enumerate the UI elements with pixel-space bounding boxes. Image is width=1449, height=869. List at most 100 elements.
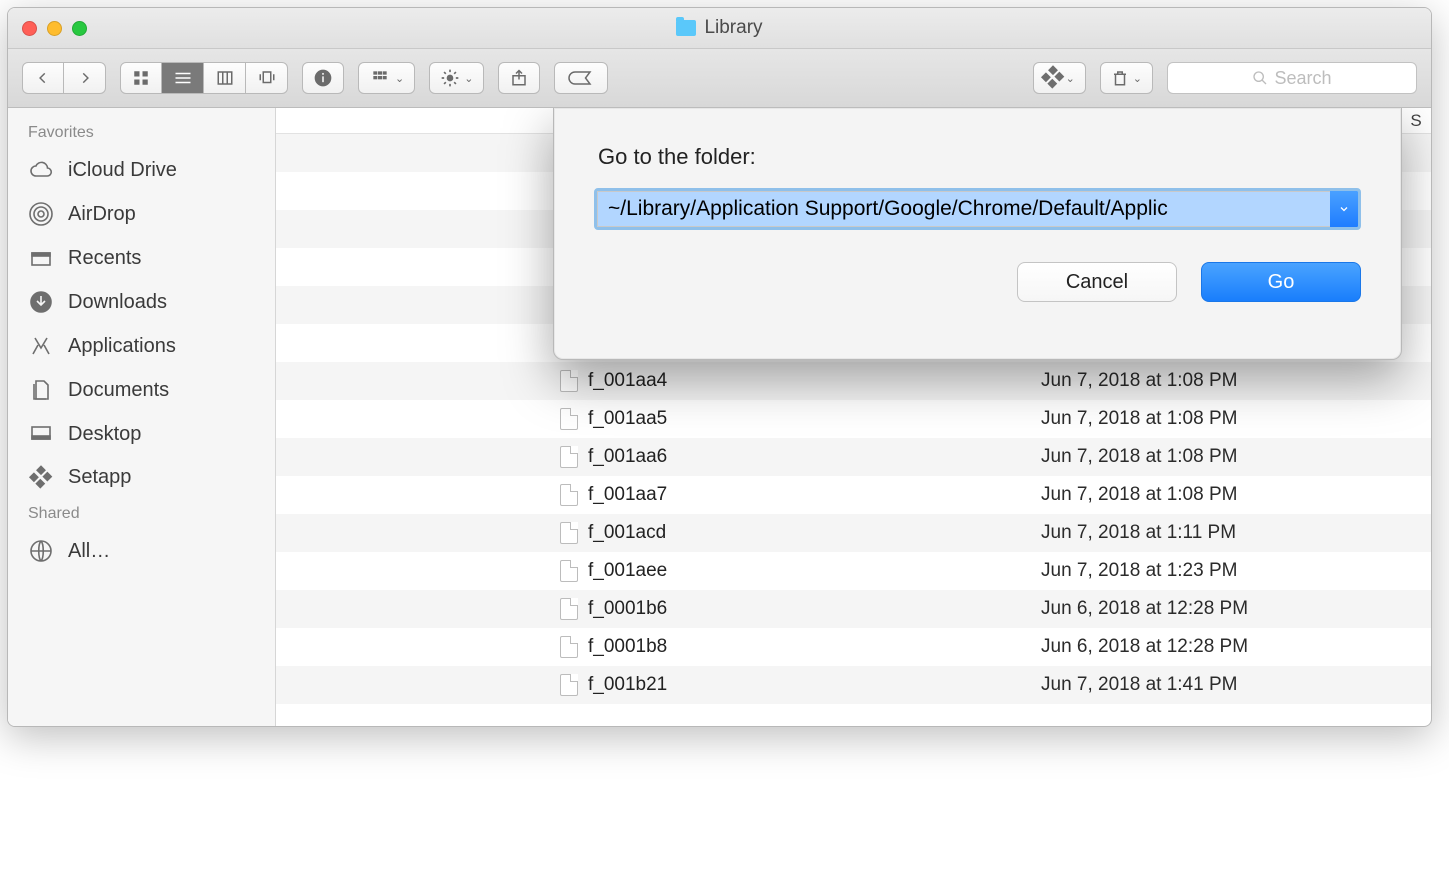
file-name: f_001acd	[588, 522, 666, 544]
dialog-title: Go to the folder:	[594, 144, 1361, 170]
dialog-actions: Cancel Go	[594, 262, 1361, 302]
sidebar-item-applications[interactable]: Applications	[8, 324, 275, 368]
cleaner-button[interactable]: ⌄	[1100, 62, 1153, 94]
file-date-modified: Jun 7, 2018 at 1:23 PM	[1041, 560, 1431, 582]
file-row[interactable]: f_001aa6Jun 7, 2018 at 1:08 PM	[276, 438, 1431, 476]
sidebar-item-label: Downloads	[68, 291, 167, 314]
sidebar-section-header: Favorites	[8, 118, 275, 148]
window-controls	[22, 21, 87, 36]
sidebar-section-header: Shared	[8, 499, 275, 529]
file-row[interactable]: f_001aa7 Jun 7, 2018 at 1:08 PM	[276, 476, 1431, 514]
file-row[interactable]: f_001aee Jun 7, 2018 at 1:23 PM	[276, 552, 1431, 590]
file-row[interactable]: f_001aa4 Jun 7, 2018 at 1:08 PM	[276, 362, 1431, 400]
sidebar-item-label: Applications	[68, 335, 176, 358]
file-date-modified: Jun 7, 2018 at 1:08 PM	[1041, 484, 1431, 506]
file-icon	[560, 370, 578, 392]
nav-buttons	[22, 62, 106, 94]
search-input[interactable]: Search	[1167, 62, 1417, 94]
sidebar-item-setapp[interactable]: Setapp	[8, 456, 275, 499]
chevron-down-icon: ⌄	[1133, 72, 1142, 85]
titlebar: Library	[8, 8, 1431, 49]
sidebar-item-label: Recents	[68, 247, 141, 270]
file-icon	[560, 484, 578, 506]
file-date-modified: Jun 6, 2018 at 12:28 PM	[1041, 636, 1431, 658]
file-date-modified: Jun 6, 2018 at 12:28 PM	[1041, 598, 1431, 620]
path-input[interactable]	[597, 191, 1330, 227]
file-icon	[560, 408, 578, 430]
back-button[interactable]	[22, 62, 64, 94]
action-button[interactable]: ⌄	[429, 62, 484, 94]
file-icon	[560, 674, 578, 696]
sidebar-item-desktop[interactable]: Desktop	[8, 412, 275, 456]
file-row[interactable]: f_001b21 Jun 7, 2018 at 1:41 PM	[276, 666, 1431, 704]
setapp-icon	[28, 469, 54, 487]
file-row[interactable]: f_001aa5 Jun 7, 2018 at 1:08 PM	[276, 400, 1431, 438]
recents-icon	[28, 246, 54, 270]
file-name: f_001b21	[588, 674, 667, 696]
sidebar-item-all-shared[interactable]: All…	[8, 529, 275, 573]
sidebar-item-label: Setapp	[68, 466, 131, 489]
file-row[interactable]: f_0001b6 Jun 6, 2018 at 12:28 PM	[276, 590, 1431, 628]
chevron-down-icon: ⌄	[1066, 72, 1075, 85]
file-date-modified: Jun 7, 2018 at 1:08 PM	[1041, 370, 1431, 392]
view-mode-buttons	[120, 62, 288, 94]
info-button[interactable]	[302, 62, 344, 94]
tags-button[interactable]	[554, 62, 608, 94]
file-name: f_001aee	[588, 560, 667, 582]
file-name: f_001aa5	[588, 408, 667, 430]
downloads-icon	[28, 290, 54, 314]
finder-window: Library	[7, 7, 1432, 727]
chevron-down-icon: ⌄	[464, 72, 473, 85]
file-row[interactable]: f_001acdJun 7, 2018 at 1:11 PM	[276, 514, 1431, 552]
dropbox-button[interactable]: ⌄	[1033, 62, 1086, 94]
toolbar: ⌄ ⌄ ⌄ ⌄ Search	[8, 49, 1431, 108]
minimize-window-button[interactable]	[47, 21, 62, 36]
column-header-size[interactable]: S	[1401, 111, 1431, 131]
arrange-button[interactable]: ⌄	[358, 62, 415, 94]
file-icon	[560, 636, 578, 658]
chevron-down-icon: ⌄	[395, 72, 404, 85]
view-icons-button[interactable]	[120, 62, 162, 94]
file-list: ified S 18 at 9:12 AM18 at 9:12 AM18 at …	[276, 108, 1431, 726]
forward-button[interactable]	[64, 62, 106, 94]
zoom-window-button[interactable]	[72, 21, 87, 36]
go-button[interactable]: Go	[1201, 262, 1361, 302]
network-icon	[28, 539, 54, 563]
window-title-label: Library	[704, 17, 762, 39]
sidebar-item-label: iCloud Drive	[68, 159, 177, 182]
file-date-modified: Jun 7, 2018 at 1:41 PM	[1041, 674, 1431, 696]
airdrop-icon	[28, 202, 54, 226]
documents-icon	[28, 378, 54, 402]
sidebar-item-documents[interactable]: Documents	[8, 368, 275, 412]
file-name: f_001aa7	[588, 484, 667, 506]
file-date-modified: Jun 7, 2018 at 1:08 PM	[1041, 408, 1431, 430]
cancel-button[interactable]: Cancel	[1017, 262, 1177, 302]
view-list-button[interactable]	[162, 62, 204, 94]
file-icon	[560, 598, 578, 620]
close-window-button[interactable]	[22, 21, 37, 36]
window-title: Library	[8, 17, 1431, 39]
search-placeholder: Search	[1274, 68, 1331, 89]
file-date-modified: Jun 7, 2018 at 1:08 PM	[1041, 446, 1431, 468]
file-row[interactable]: f_0001b8 Jun 6, 2018 at 12:28 PM	[276, 628, 1431, 666]
applications-icon	[28, 334, 54, 358]
sidebar-item-label: All…	[68, 540, 110, 563]
sidebar-item-recents[interactable]: Recents	[8, 236, 275, 280]
sidebar-item-icloud-drive[interactable]: iCloud Drive	[8, 148, 275, 192]
sidebar-item-airdrop[interactable]: AirDrop	[8, 192, 275, 236]
path-history-dropdown[interactable]	[1330, 191, 1358, 227]
file-name: f_0001b8	[588, 636, 667, 658]
sidebar-item-downloads[interactable]: Downloads	[8, 280, 275, 324]
view-gallery-button[interactable]	[246, 62, 288, 94]
sidebar: Favorites iCloud Drive AirDrop Recents D…	[8, 108, 276, 726]
file-name: f_001aa4	[588, 370, 667, 392]
view-columns-button[interactable]	[204, 62, 246, 94]
dropbox-icon	[1040, 65, 1065, 90]
file-icon	[560, 446, 578, 468]
folder-icon	[676, 20, 696, 36]
go-to-folder-dialog: Go to the folder: Cancel Go	[553, 108, 1402, 360]
cloud-icon	[28, 158, 54, 182]
file-name: f_0001b6	[588, 598, 667, 620]
share-button[interactable]	[498, 62, 540, 94]
file-icon	[560, 522, 578, 544]
